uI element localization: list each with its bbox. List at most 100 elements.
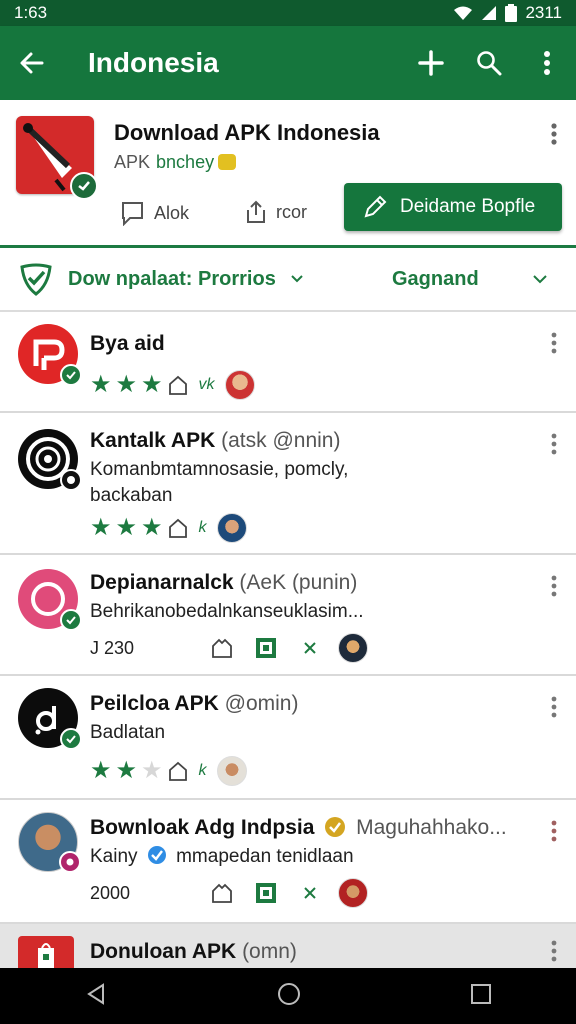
meta-tag: k [198,519,207,536]
star-icon: ★ [115,371,138,398]
item-more-button[interactable] [550,696,558,723]
page-title: Indonesia [88,47,219,78]
filter-bar: Dow npalaat: Prorrios Gagnand [0,248,576,312]
chevron-down-icon [291,275,303,283]
app-description: Komanbmtamnosasie, pomcly, backaban [90,457,348,509]
list-item[interactable]: Depianarnalck (AeK (punin) Behrikanobeda… [0,555,576,676]
filter-label: Dow npalaat: Prorrios [68,267,276,290]
app-avatar [18,429,82,491]
download-count: 2000 [90,882,131,903]
more-vert-icon [551,940,557,962]
user-photo [18,812,81,873]
home-outline-icon [168,761,187,781]
more-vert-icon [551,332,557,354]
list-item[interactable]: Peilcloa APK @omin) Badlatan ★ ★ ★ k [0,676,576,800]
featured-app-card[interactable]: Download APK Indonesia APK bnchey Alok rc… [0,100,576,248]
close-stat[interactable] [288,641,332,655]
rating-row: ★ ★ ★ vk [90,370,255,400]
search-button[interactable] [460,26,518,100]
card-more-button[interactable] [550,122,558,151]
share-stat[interactable] [200,882,244,904]
add-button[interactable] [402,26,460,100]
home-outline-icon [168,375,187,395]
edit-pencil-icon [364,195,387,218]
qr-square-icon [256,638,276,658]
filter-dropdown[interactable]: Dow npalaat: Prorrios [18,261,304,297]
nav-home-button[interactable] [276,981,302,1012]
app-title-text: Peilcloa APK [90,692,219,715]
verified-badge-icon [60,469,82,491]
close-x-icon [304,642,316,654]
app-bar: Indonesia [0,26,576,100]
sort-label: Gagnand [392,267,479,290]
description-text: Kainy [90,846,138,867]
app-title-suffix: @omin) [224,692,299,715]
add-icon [418,50,444,76]
list-item[interactable]: Donuloan APK (omn) [0,924,576,968]
list-item[interactable]: Bya aid ★ ★ ★ vk [0,312,576,413]
back-button[interactable] [0,26,64,100]
featured-app-subtitle: APK bnchey [114,152,237,173]
overflow-menu-button[interactable] [518,26,576,100]
item-more-button[interactable] [550,433,558,460]
sort-dropdown[interactable]: Gagnand [392,267,547,291]
app-title: Kantalk APK (atsk @nnin) [90,429,340,453]
close-x-icon [304,887,316,899]
share-stat[interactable] [200,637,244,659]
qr-stat[interactable] [244,881,288,905]
app-avatar [18,936,74,968]
item-more-button[interactable] [550,820,558,847]
user-avatar [338,633,368,663]
app-avatar [18,688,82,750]
system-nav-bar [0,968,576,1024]
user-avatar [224,370,255,400]
nav-back-icon [87,982,104,1005]
app-logo [16,116,98,200]
app-description: Badlatan [90,722,166,743]
item-more-button[interactable] [550,332,558,359]
subtitle-label: APK [114,152,151,172]
verified-badge-icon [60,364,82,386]
chat-action[interactable]: Alok [120,200,189,226]
star-icon: ★ [141,371,163,398]
chat-icon [122,202,143,226]
list-item[interactable]: Bownloak Adg Indpsia Maguhahhako... Kain… [0,800,576,924]
app-description: Behrikanobedalnkanseuklasim... [90,601,364,622]
primary-action-button[interactable]: Deidame Bopfle [344,183,562,231]
app-title-text: Depianarnalck [90,571,234,594]
star-icon: ★ [90,514,112,541]
app-badge-icon [59,851,81,873]
item-more-button[interactable] [550,575,558,602]
list-item[interactable]: Kantalk APK (atsk @nnin) Komanbmtamnosas… [0,413,576,555]
chevron-down-icon [533,274,547,283]
shopping-bag-icon [38,943,54,968]
stats-row: J 230 [90,633,368,663]
qr-stat[interactable] [244,636,288,660]
description-line-2: backaban [90,485,173,506]
user-avatar [216,513,247,543]
share-action[interactable]: rcor [244,200,307,224]
share-icon [247,200,265,223]
emoji-icon [218,154,237,170]
app-title-text: Bownloak Adg Indpsia [90,816,315,839]
app-title-text: Donuloan APK [90,940,237,963]
more-vert-icon [551,123,557,145]
verified-badge-icon [70,172,98,200]
rating-row: ★ ★ ★ k [90,513,247,543]
close-stat[interactable] [288,886,332,900]
item-more-button[interactable] [550,940,558,967]
nav-recents-button[interactable] [470,983,492,1010]
app-title-suffix: Maguhahhako... [356,816,507,839]
nav-home-icon [278,982,300,1005]
download-count: J 230 [90,637,135,658]
qr-square-icon [256,883,276,903]
signal-icon [482,6,497,20]
star-empty-icon: ★ [141,757,163,784]
battery-icon [505,4,518,22]
user-avatar [216,756,247,786]
nav-back-button[interactable] [84,982,108,1011]
home-outline-icon [212,638,232,658]
share-action-label: rcor [276,201,307,222]
meta-tag: vk [198,376,215,393]
app-title: Depianarnalck (AeK (punin) [90,571,357,595]
